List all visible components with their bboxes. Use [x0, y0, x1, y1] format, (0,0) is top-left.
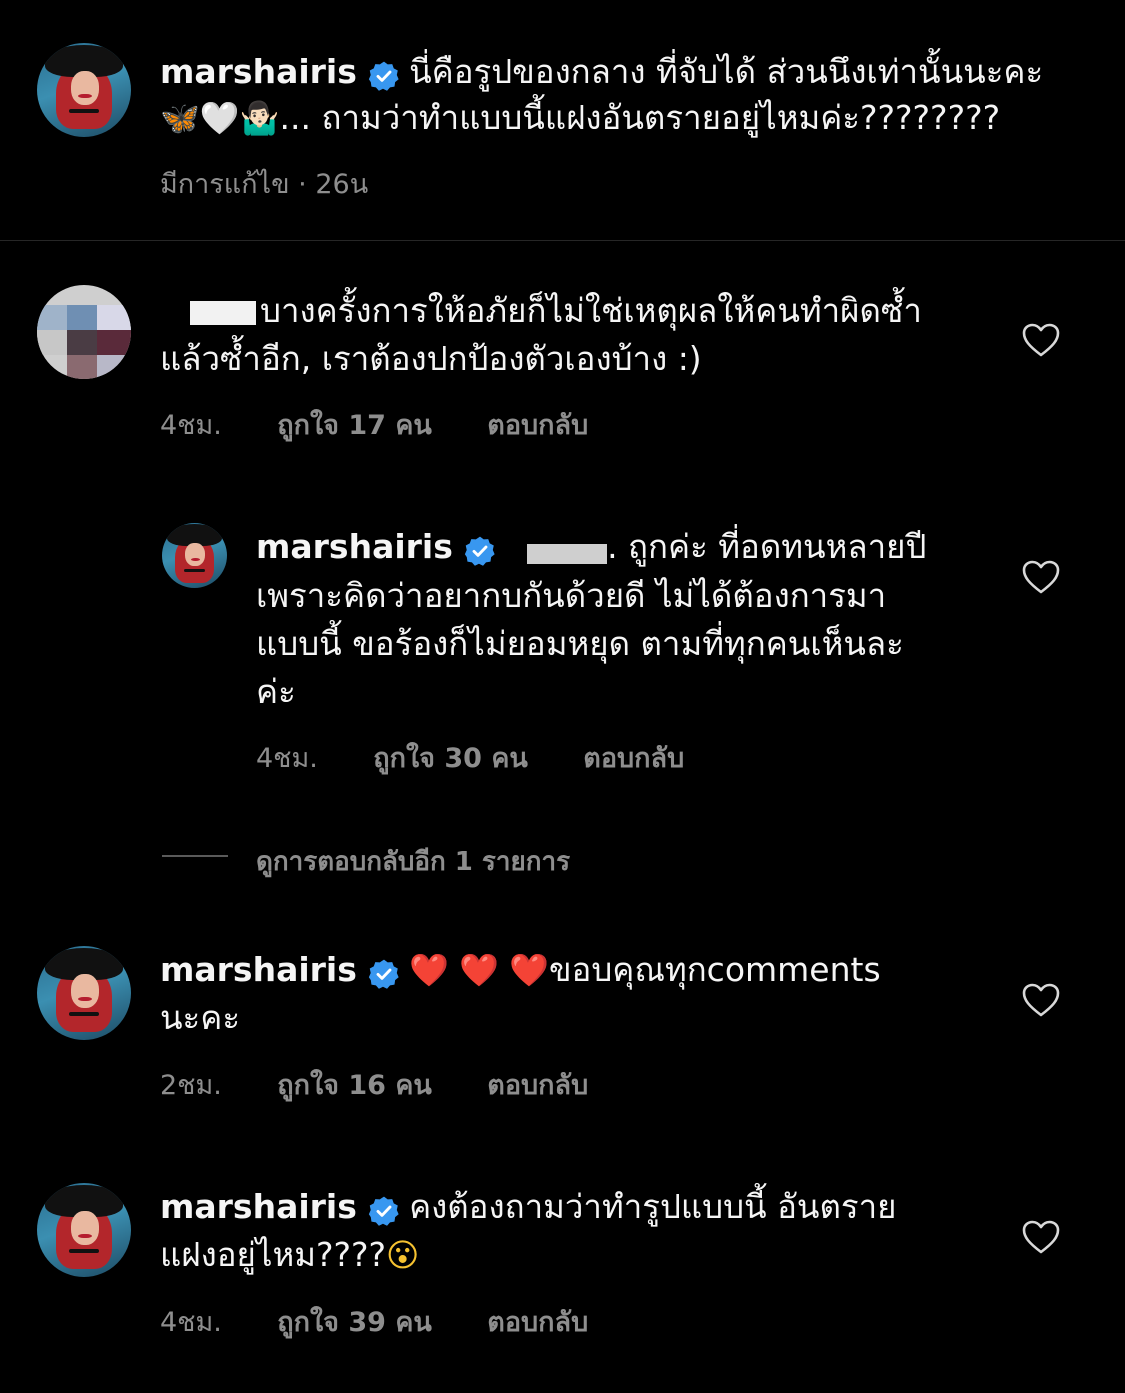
comment-4-username[interactable]: marshairis: [160, 1187, 357, 1226]
comment-1-line-1: บางครั้งการให้อภัยก็ไม่ใช่เหตุผลให้คนทำผ…: [160, 287, 922, 334]
comment-4-meta: 4ชม. ถูกใจ 39 คน ตอบกลับ: [160, 1300, 588, 1343]
comment-time: 4ชม.: [160, 410, 222, 441]
avatar[interactable]: [37, 43, 131, 137]
heart-emojis: ❤️ ❤️ ❤️: [409, 951, 549, 989]
comment-time: 4ชม.: [256, 743, 318, 774]
comment-3-username[interactable]: marshairis: [160, 950, 357, 989]
caption-meta: มีการแก้ไข · 26น: [160, 169, 369, 200]
caption-line-1: marshairis นี่คือรูปของกลาง ที่จับได้ ส่…: [160, 48, 1043, 95]
caption-text: นี่คือรูปของกลาง ที่จับได้ ส่วนนึงเท่านั…: [409, 52, 1044, 91]
comment-1-text: บางครั้งการให้อภัยก็ไม่ใช่เหตุผลให้คนทำผ…: [260, 291, 922, 330]
caption-text-2: ... ถามว่าทำแบบนี้แฝงอันตรายอยู่ไหมค่ะ??…: [279, 98, 1001, 137]
comment-3-line-1: marshairis ❤️ ❤️ ❤️ขอบคุณทุกcomments: [160, 946, 881, 993]
like-heart-icon[interactable]: [1021, 1219, 1061, 1255]
avatar[interactable]: [37, 1183, 131, 1277]
comment-2-text: . ถูกค่ะ ที่อดทนหลายปี: [607, 527, 927, 566]
avatar-pixelated[interactable]: [37, 285, 131, 379]
reply-button[interactable]: ตอบกลับ: [487, 1307, 588, 1338]
comment-2-line-2: เพราะคิดว่าอยากบกันด้วยดี ไม่ได้ต้องการม…: [256, 576, 887, 615]
divider: [0, 240, 1125, 241]
comment-2-line-4: ค่ะ: [256, 672, 296, 711]
caption-username[interactable]: marshairis: [160, 52, 357, 91]
avatar[interactable]: [37, 946, 131, 1040]
avatar[interactable]: [162, 523, 227, 588]
verified-badge-icon: [368, 959, 399, 989]
comment-4-line-1: marshairis คงต้องถามว่าทำรูปแบบนี้ อันตร…: [160, 1183, 897, 1230]
comment-2-line-1: marshairis . ถูกค่ะ ที่อดทนหลายปี: [256, 523, 926, 570]
view-more-replies-button[interactable]: ดูการตอบกลับอีก 1 รายการ: [256, 841, 570, 882]
redacted-mention: [527, 543, 608, 564]
comment-time: 2ชม.: [160, 1070, 222, 1101]
comment-3-text: ขอบคุณทุกcomments: [548, 950, 881, 989]
comment-1-line-2: แล้วซ้ำอีก, เราต้องปกป้องตัวเองบ้าง :): [160, 339, 702, 378]
comment-4-text-2: แฝงอยู่ไหม????: [160, 1235, 387, 1274]
verified-badge-icon: [464, 536, 495, 566]
comment-1-meta: 4ชม. ถูกใจ 17 คน ตอบกลับ: [160, 403, 588, 446]
surprised-emoji: 😮: [386, 1236, 420, 1274]
verified-badge-icon: [368, 61, 399, 91]
like-heart-icon[interactable]: [1021, 559, 1061, 595]
reply-button[interactable]: ตอบกลับ: [487, 410, 588, 441]
comment-3-line-2: นะคะ: [160, 998, 241, 1037]
likes-count[interactable]: ถูกใจ 39 คน: [277, 1307, 432, 1338]
likes-count[interactable]: ถูกใจ 16 คน: [277, 1070, 432, 1101]
reply-button[interactable]: ตอบกลับ: [583, 743, 684, 774]
comment-3-meta: 2ชม. ถูกใจ 16 คน ตอบกลับ: [160, 1063, 588, 1106]
caption-line-2: 🦋🤍🤷🏻‍♂️... ถามว่าทำแบบนี้แฝงอันตรายอยู่ไ…: [160, 94, 1000, 142]
comment-2-username[interactable]: marshairis: [256, 527, 453, 566]
likes-count[interactable]: ถูกใจ 30 คน: [373, 743, 528, 774]
redacted-username: [190, 300, 256, 325]
like-heart-icon[interactable]: [1021, 322, 1061, 358]
comment-2-meta: 4ชม. ถูกใจ 30 คน ตอบกลับ: [256, 736, 684, 779]
reply-button[interactable]: ตอบกลับ: [487, 1070, 588, 1101]
likes-count[interactable]: ถูกใจ 17 คน: [277, 410, 432, 441]
view-replies-line: [162, 855, 228, 857]
comment-4-text: คงต้องถามว่าทำรูปแบบนี้ อันตราย: [409, 1187, 897, 1226]
caption-emojis: 🦋🤍🤷🏻‍♂️: [160, 99, 280, 137]
verified-badge-icon: [368, 1196, 399, 1226]
comment-time: 4ชม.: [160, 1307, 222, 1338]
comment-2-line-3: แบบนี้ ขอร้องก็ไม่ยอมหยุด ตามที่ทุกคนเห็…: [256, 624, 904, 663]
comment-4-line-2: แฝงอยู่ไหม????😮: [160, 1231, 419, 1279]
like-heart-icon[interactable]: [1021, 982, 1061, 1018]
